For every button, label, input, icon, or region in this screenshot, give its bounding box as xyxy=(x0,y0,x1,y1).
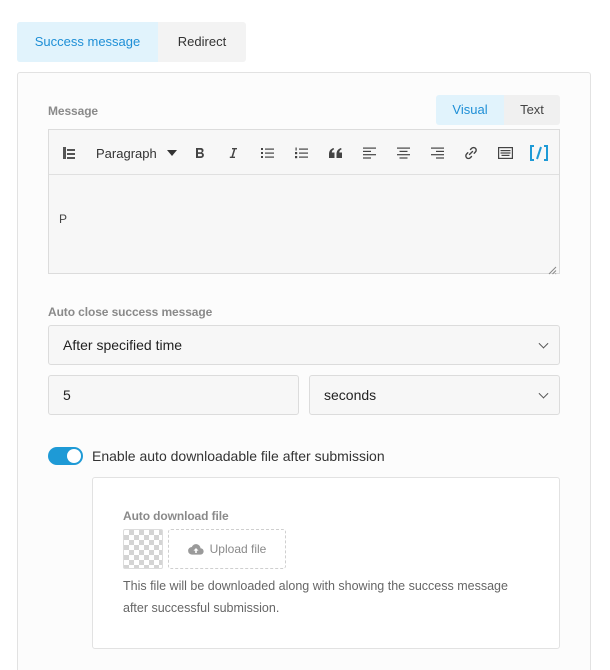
shortcode-icon[interactable] xyxy=(528,142,550,164)
resize-handle-icon[interactable] xyxy=(548,262,557,275)
text-mode-button[interactable]: Text xyxy=(504,95,560,125)
link-icon[interactable] xyxy=(460,142,482,164)
auto-download-toggle[interactable] xyxy=(48,447,83,465)
format-select[interactable]: Paragraph xyxy=(89,138,181,168)
upload-file-button[interactable]: Upload file xyxy=(168,529,286,569)
align-right-icon[interactable] xyxy=(426,142,448,164)
bold-icon[interactable] xyxy=(189,142,211,164)
message-content-area[interactable] xyxy=(49,175,559,273)
visual-mode-button[interactable]: Visual xyxy=(436,95,504,125)
editor-toolbar: Paragraph xyxy=(49,130,559,175)
file-preview-placeholder xyxy=(123,529,163,569)
auto-close-amount-value: 5 xyxy=(63,387,71,403)
align-center-icon[interactable] xyxy=(392,142,414,164)
auto-close-amount-input[interactable]: 5 xyxy=(48,375,299,415)
italic-icon[interactable] xyxy=(222,142,244,164)
auto-close-unit-select[interactable]: seconds xyxy=(309,375,560,415)
message-type-tabs: Success message Redirect xyxy=(17,22,246,62)
message-editor: Paragraph P xyxy=(48,129,560,275)
editor-mode-switch: Visual Text xyxy=(436,95,560,125)
toggle-knob xyxy=(67,449,81,463)
chevron-down-icon xyxy=(538,338,549,349)
auto-close-unit-value: seconds xyxy=(324,387,377,403)
toolbar-toggle-icon[interactable] xyxy=(58,142,80,164)
numbered-list-icon[interactable] xyxy=(290,142,312,164)
caret-down-icon xyxy=(167,150,177,156)
auto-close-select[interactable]: After specified time xyxy=(48,325,560,365)
bullet-list-icon[interactable] xyxy=(256,142,278,164)
keyboard-icon[interactable] xyxy=(494,142,516,164)
message-label: Message xyxy=(48,104,98,118)
upload-file-label: Upload file xyxy=(209,542,267,556)
blockquote-icon[interactable] xyxy=(324,142,346,164)
format-select-value: Paragraph xyxy=(96,145,157,161)
tab-redirect[interactable]: Redirect xyxy=(158,22,246,62)
auto-close-label: Auto close success message xyxy=(48,305,213,319)
auto-close-select-value: After specified time xyxy=(63,337,183,353)
chevron-down-icon xyxy=(538,388,549,399)
auto-download-file-label: Auto download file xyxy=(123,509,229,523)
tab-success-message[interactable]: Success message xyxy=(17,22,158,62)
align-left-icon[interactable] xyxy=(358,142,380,164)
auto-download-toggle-label: Enable auto downloadable file after subm… xyxy=(92,448,385,464)
auto-download-help-text: This file will be downloaded along with … xyxy=(123,579,508,615)
cloud-upload-icon xyxy=(187,544,204,555)
element-path: P xyxy=(59,212,68,226)
